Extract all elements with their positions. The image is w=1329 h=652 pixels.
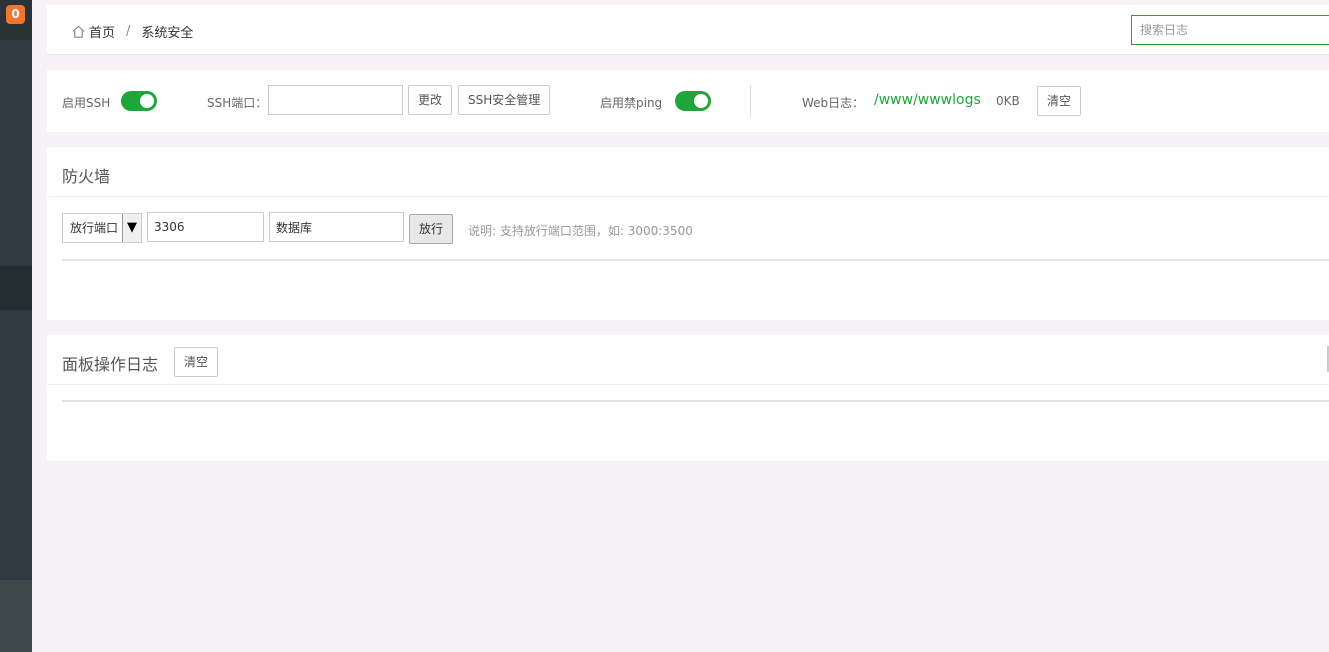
ssh-port-input[interactable] <box>268 85 403 115</box>
firewall-type-selected: 放行端口 <box>70 221 119 235</box>
firewall-panel: 防火墙 放行端口 ▼ 放行 说明: 支持放行端口范围，如: 3000:3500 <box>47 147 1329 320</box>
web-log-label: Web日志： <box>802 96 865 110</box>
operation-log-title: 面板操作日志 <box>62 355 159 374</box>
breadcrumb-separator: / <box>126 24 131 39</box>
notification-badge[interactable]: 0 <box>6 5 25 24</box>
settings-divider <box>750 85 751 117</box>
firewall-remark-input[interactable] <box>269 212 404 242</box>
ping-block-label: 启用禁ping <box>600 96 663 110</box>
breadcrumb-home-link[interactable]: 首页 <box>89 22 115 41</box>
log-search-input[interactable] <box>1131 15 1329 45</box>
ssh-manage-button[interactable]: SSH安全管理 <box>458 85 551 115</box>
operation-log-panel: 面板操作日志 清空 <box>47 335 1329 461</box>
chevron-down-icon[interactable]: ▼ <box>122 214 141 242</box>
sidebar-item-active[interactable] <box>0 266 32 310</box>
operation-log-table-header <box>62 400 1329 402</box>
ssh-toggle[interactable] <box>121 91 157 111</box>
clear-operation-log-button[interactable]: 清空 <box>174 347 219 377</box>
firewall-header-divider <box>47 196 1329 197</box>
firewall-port-input[interactable] <box>147 212 264 242</box>
ping-block-toggle[interactable] <box>675 91 711 111</box>
top-bar: 首页 / 系统安全 <box>47 5 1329 55</box>
home-icon[interactable] <box>71 24 86 39</box>
breadcrumb-current: 系统安全 <box>141 26 194 41</box>
clear-web-log-button[interactable]: 清空 <box>1037 86 1082 116</box>
firewall-type-select[interactable]: 放行端口 ▼ <box>62 213 142 243</box>
operation-log-header-divider <box>47 384 1329 385</box>
firewall-note: 说明: 支持放行端口范围，如: 3000:3500 <box>468 224 693 238</box>
ssh-port-label: SSH端口： <box>207 96 268 110</box>
ssh-enable-label: 启用SSH <box>62 96 111 110</box>
change-port-button[interactable]: 更改 <box>408 85 453 115</box>
web-log-path-link[interactable]: /www/wwwlogs <box>874 92 981 108</box>
firewall-allow-button[interactable]: 放行 <box>409 214 454 244</box>
firewall-title: 防火墙 <box>62 167 111 186</box>
security-settings-panel: 启用SSH SSH端口： 更改 SSH安全管理 启用禁ping Web日志： /… <box>47 70 1329 132</box>
sidebar-footer <box>0 580 32 652</box>
firewall-table-header <box>62 259 1329 261</box>
breadcrumb: 首页 / 系统安全 <box>71 22 193 41</box>
web-log-size: 0KB <box>996 94 1020 108</box>
sidebar: 0 <box>0 0 32 652</box>
